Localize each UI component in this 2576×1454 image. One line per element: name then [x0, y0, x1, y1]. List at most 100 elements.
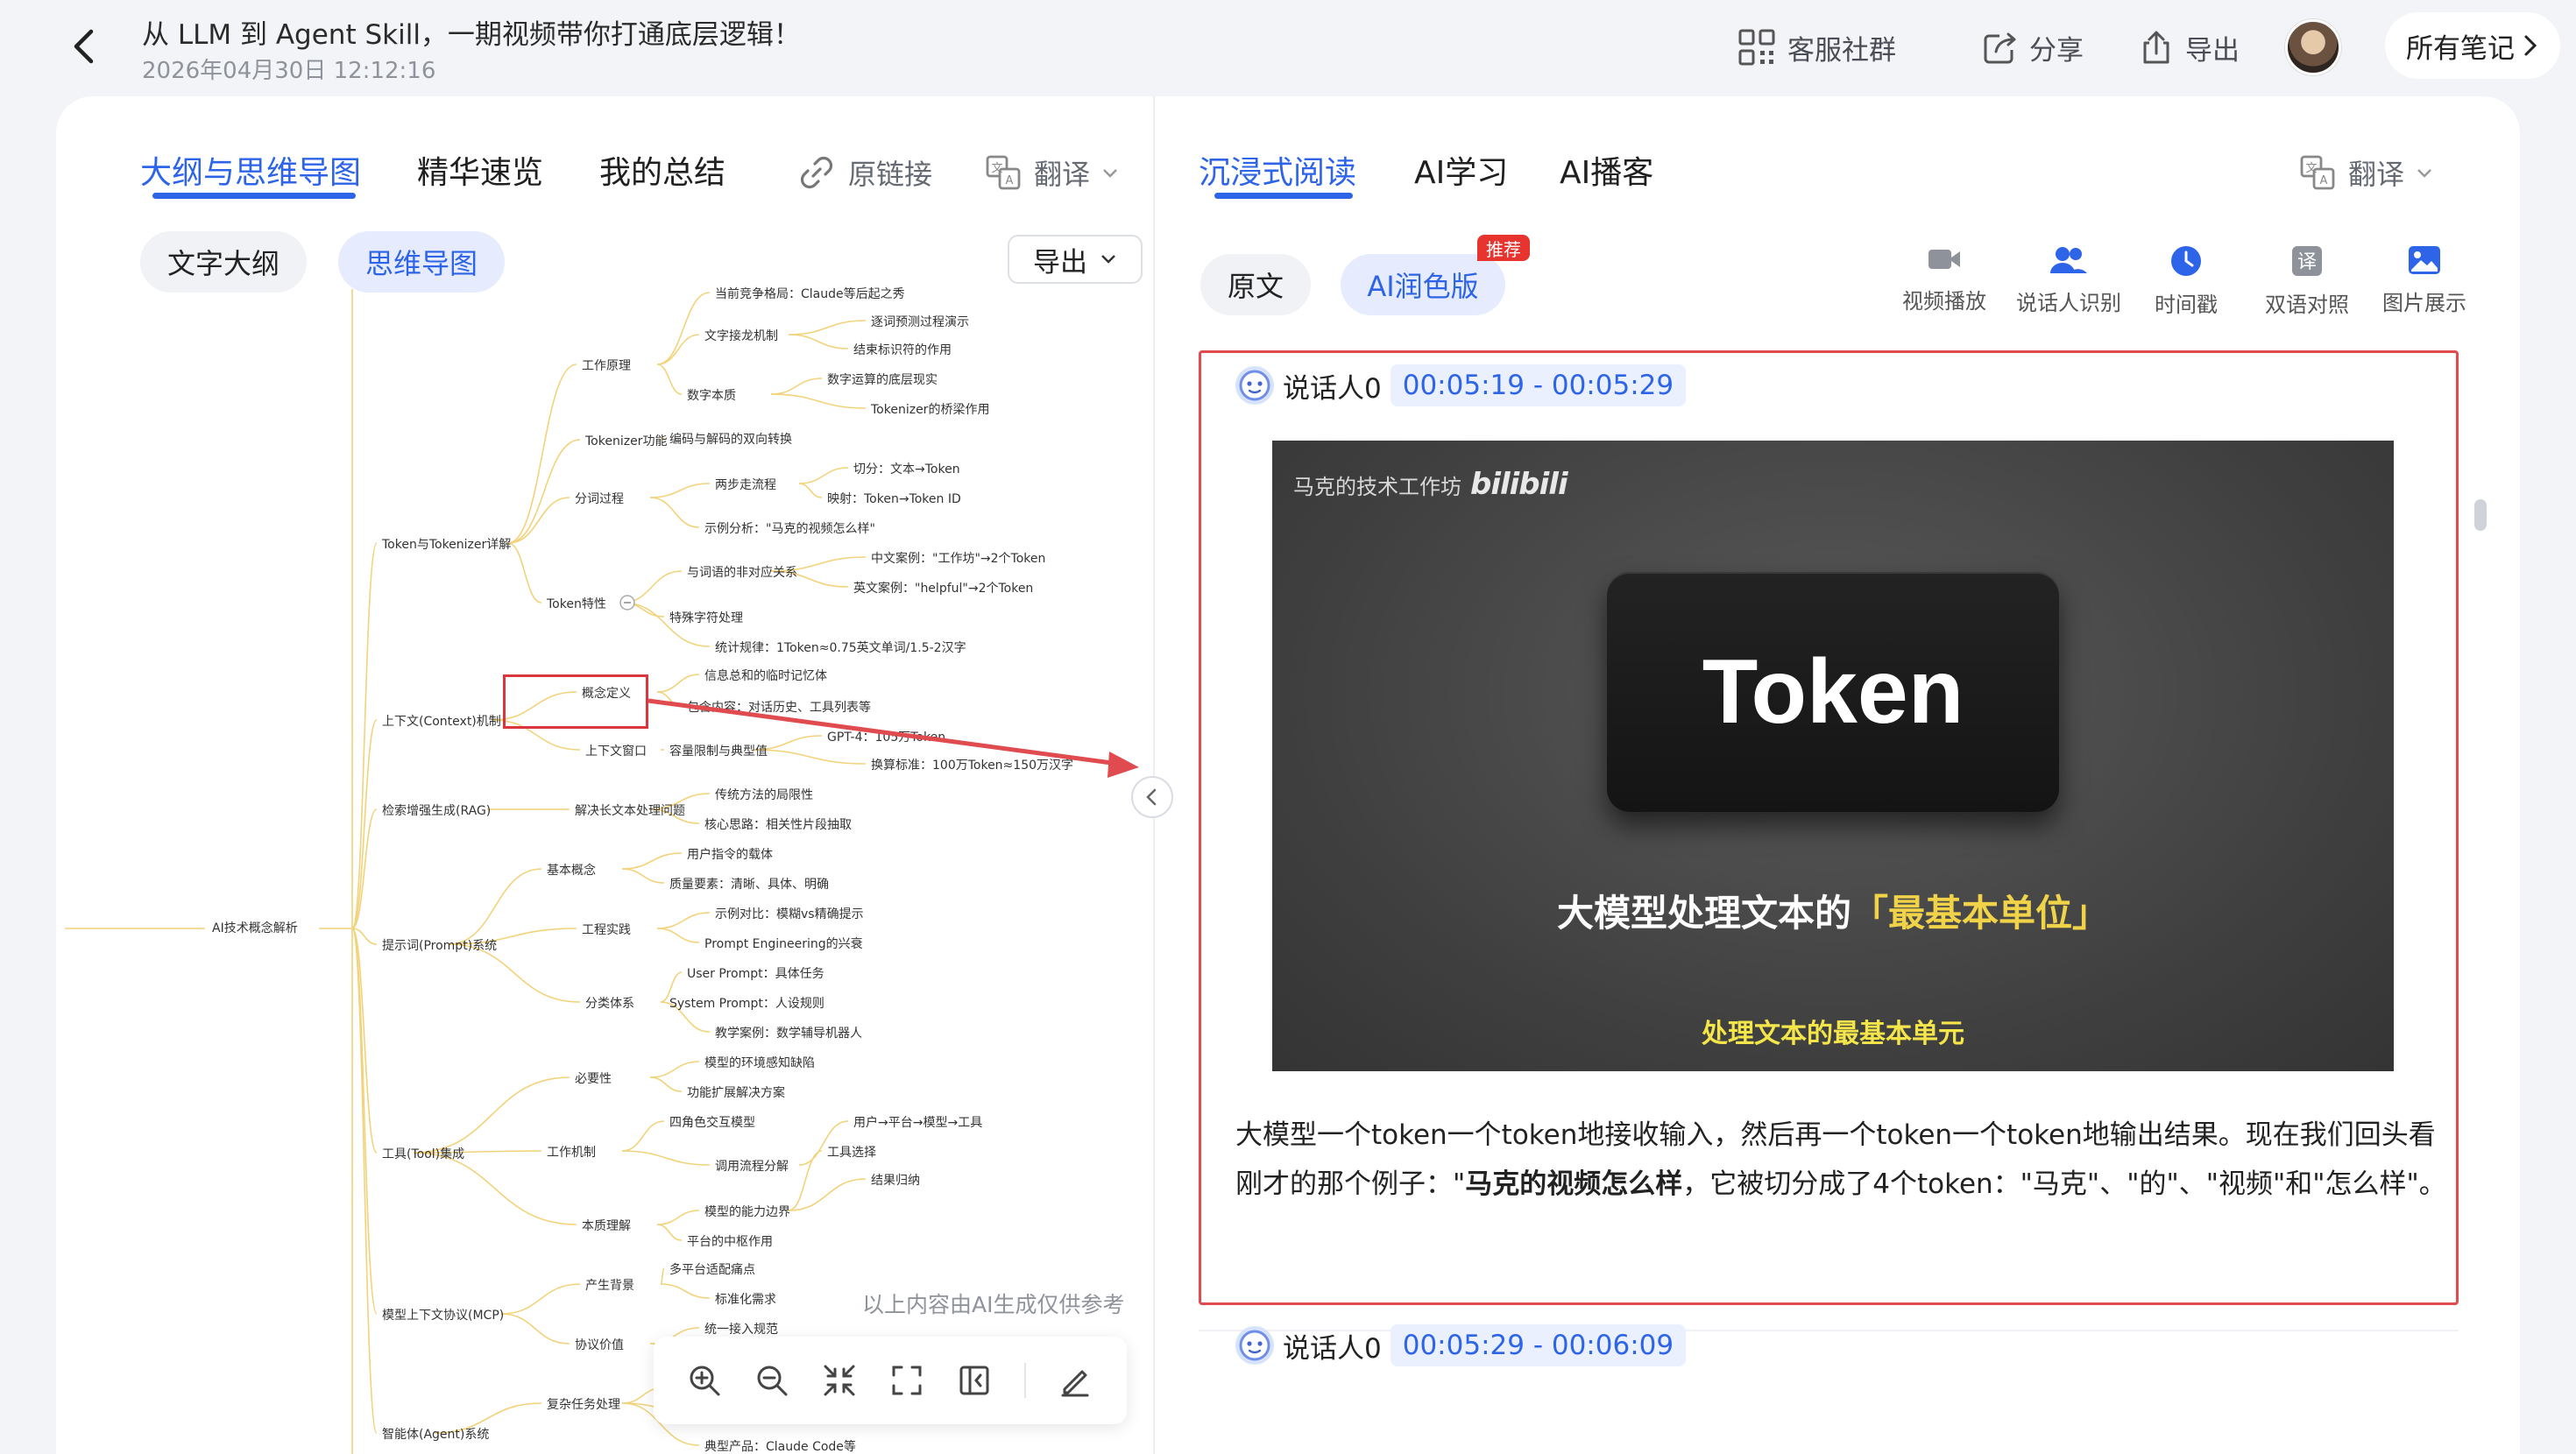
mindmap-connector: [351, 928, 378, 1434]
mindmap-root-node[interactable]: AI技术概念解析: [212, 919, 298, 936]
speaker-row: 说话人0 00:05:19 - 00:05:29: [1235, 364, 1687, 406]
mindmap-node-l2[interactable]: 分类体系: [585, 994, 634, 1012]
mindmap-node-l3[interactable]: 多平台适配痛点: [669, 1260, 755, 1278]
timestamp: 2026年04月30日 12:12:16: [142, 58, 436, 84]
qrcode-icon: [1738, 29, 1775, 66]
timestamp-chip[interactable]: 00:05:19 - 00:05:29: [1390, 364, 1687, 406]
feature-speaker-id[interactable]: 说话人识别: [2012, 245, 2126, 316]
mindmap-node-l2[interactable]: 协议价值: [575, 1336, 624, 1353]
reading-panel: 沉浸式阅读 AI学习 AI播客 文A 翻译 原文 AI润色版 推荐 视频播放 说…: [1153, 96, 2520, 1454]
feature-timestamp[interactable]: 时间戳: [2129, 245, 2243, 318]
back-arrow-icon[interactable]: [63, 25, 107, 68]
mindmap-connector: [788, 1178, 867, 1211]
segment-text: 大模型一个token一个token地接收输入，然后再一个token一个token…: [1235, 1111, 2453, 1209]
mindmap-node-l3[interactable]: 典型产品：Claude Code等: [704, 1437, 856, 1454]
mindmap-node-l3[interactable]: System Prompt：人设规则: [669, 994, 824, 1012]
original-text-toggle[interactable]: 原文: [1200, 254, 1311, 315]
outline-panel: 大纲与思维导图 精华速览 我的总结 原链接 文A 翻译 文字大纲 思维导图 导出…: [56, 96, 1153, 1454]
fullscreen-icon[interactable]: [889, 1363, 924, 1398]
mindmap-node-l3[interactable]: 示例对比：模糊vs精确提示: [715, 905, 864, 922]
feature-video-play[interactable]: 视频播放: [1887, 245, 2001, 314]
token-key-graphic: Token: [1607, 572, 2059, 812]
mindmap-node-l2[interactable]: 工作机制: [547, 1143, 596, 1161]
translate-icon: 文A: [2300, 155, 2335, 190]
mindmap-node-l1[interactable]: 模型上下文协议(MCP): [382, 1306, 504, 1323]
collapse-all-icon[interactable]: [822, 1363, 857, 1398]
top-bar: 从 LLM 到 Agent Skill，一期视频带你打通底层逻辑！ 2026年0…: [0, 0, 2576, 96]
export-top-label: 导出: [2185, 34, 2240, 67]
feature-label: 时间戳: [2155, 293, 2218, 317]
tab-immersive-reading[interactable]: 沉浸式阅读: [1199, 147, 1356, 193]
users-icon: [2050, 247, 2087, 273]
edit-pen-icon[interactable]: [1058, 1363, 1093, 1398]
mindmap-connector: [621, 1150, 711, 1166]
mindmap-node-l3[interactable]: Prompt Engineering的兴衰: [704, 935, 863, 952]
share-button[interactable]: 分享: [1982, 25, 2084, 70]
mindmap-node-l3[interactable]: 教学案例：数学辅导机器人: [715, 1024, 862, 1041]
mindmap-connector: [656, 912, 711, 929]
chevron-right-icon: [2524, 35, 2537, 56]
mindmap-node-l2[interactable]: 必要性: [575, 1069, 612, 1087]
mindmap-node-l3[interactable]: 平台的中枢作用: [687, 1232, 773, 1250]
mindmap-connector: [413, 1152, 577, 1225]
mindmap-connector: [649, 1076, 683, 1092]
mindmap-connector: [649, 1061, 700, 1078]
mindmap-node-l3[interactable]: 统一接入规范: [704, 1320, 778, 1338]
all-notes-label: 所有笔记: [2406, 32, 2515, 65]
mindmap-node-l3[interactable]: 模型的环境感知缺陷: [704, 1054, 815, 1071]
segment-text-bold: 马克的视频怎么样: [1465, 1168, 1683, 1200]
video-watermark: 马克的技术工作坊 bilibili: [1293, 467, 1568, 502]
all-notes-button[interactable]: 所有笔记: [2385, 12, 2560, 79]
mindmap-node-l2[interactable]: 工程实践: [582, 921, 631, 938]
mindmap-node-l3[interactable]: User Prompt：具体任务: [687, 964, 824, 982]
bilingual-icon: 译: [2292, 246, 2322, 276]
speaker-avatar-icon: [1235, 366, 1274, 405]
clock-icon: [2171, 246, 2201, 276]
bilibili-logo: bilibili: [1470, 467, 1568, 502]
mindmap-node-l1[interactable]: 提示词(Prompt)系统: [382, 936, 497, 954]
ai-polished-toggle[interactable]: AI润色版: [1341, 254, 1505, 315]
sidebar-toggle-icon[interactable]: [957, 1363, 992, 1398]
mindmap-connector: [500, 1313, 570, 1345]
avatar[interactable]: [2285, 19, 2341, 75]
svg-text:译: 译: [2297, 251, 2317, 273]
toolbar-separator: [1023, 1363, 1026, 1398]
mindmap-node-l2[interactable]: 复杂任务处理: [547, 1395, 620, 1413]
mindmap-node-l1[interactable]: 工具(Tool)集成: [382, 1145, 464, 1162]
mindmap-connector: [621, 1120, 665, 1152]
zoom-out-icon[interactable]: [754, 1363, 789, 1398]
mindmap-node-l1[interactable]: 智能体(Agent)系统: [382, 1425, 489, 1443]
mindmap-node-l3[interactable]: 模型的能力边界: [704, 1203, 790, 1220]
mindmap-node-l3[interactable]: 功能扩展解决方案: [687, 1083, 785, 1101]
panel-collapse-button[interactable]: [1131, 776, 1173, 818]
mindmap-node-l3[interactable]: 四角色交互模型: [669, 1113, 755, 1131]
mindmap-node-l4[interactable]: 用户→平台→模型→工具: [853, 1113, 982, 1131]
mindmap-node-l4[interactable]: 结果归纳: [871, 1171, 920, 1189]
feature-bilingual[interactable]: 译 双语对照: [2250, 245, 2364, 318]
upload-icon: [2143, 31, 2169, 64]
tab-ai-podcast[interactable]: AI播客: [1560, 147, 1653, 193]
feature-label: 双语对照: [2265, 293, 2349, 317]
zoom-in-icon[interactable]: [687, 1363, 722, 1398]
timestamp-chip[interactable]: 00:05:29 - 00:06:09: [1390, 1324, 1687, 1366]
chevron-left-icon: [1146, 788, 1157, 806]
mindmap-node-l2[interactable]: 产生背景: [585, 1276, 634, 1294]
speaker-avatar-icon: [1235, 1326, 1274, 1365]
video-subtitle: 处理文本的最基本单元: [1702, 1019, 1964, 1049]
mindmap-node-l3[interactable]: 标准化需求: [715, 1290, 776, 1308]
translate-right-button[interactable]: 文A 翻译: [2299, 152, 2432, 193]
service-group-button[interactable]: 客服社群: [1737, 25, 1896, 70]
scrollbar-thumb[interactable]: [2474, 499, 2487, 531]
mindmap-node-l4[interactable]: 工具选择: [827, 1143, 876, 1161]
watermark-text: 马克的技术工作坊: [1293, 474, 1461, 499]
ai-disclaimer: 以上内容由AI生成仅供参考: [862, 1292, 1125, 1317]
feature-image-display[interactable]: 图片展示: [2367, 245, 2481, 316]
export-top-button[interactable]: 导出: [2138, 25, 2240, 70]
mindmap-connector: [788, 1150, 823, 1211]
segment-text-part: ，它被切分成了4个token："马克"、"的"、"视频"和"怎么样"。: [1682, 1168, 2446, 1200]
mindmap-connector: [660, 1267, 665, 1285]
video-frame[interactable]: 马克的技术工作坊 bilibili Token 大模型处理文本的「最基本单位」 …: [1272, 441, 2394, 1071]
mindmap-node-l3[interactable]: 调用流程分解: [715, 1157, 789, 1175]
mindmap-node-l2[interactable]: 本质理解: [582, 1217, 631, 1234]
tab-ai-learning[interactable]: AI学习: [1414, 147, 1508, 193]
